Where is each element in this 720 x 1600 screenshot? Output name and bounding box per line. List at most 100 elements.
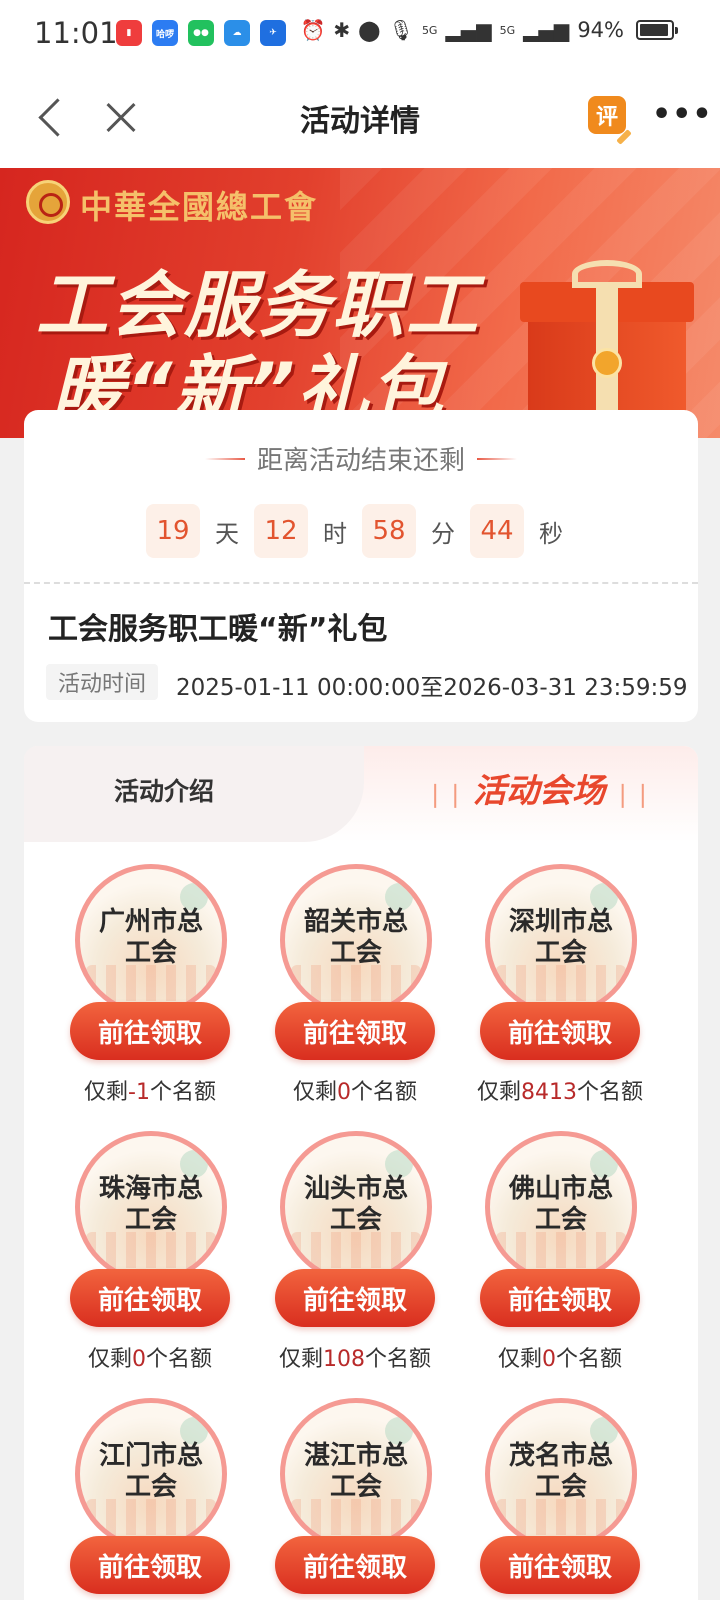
venue-name: 深圳市总 工会 [490, 907, 632, 969]
venue-item: 江门市总 工会 前往领取 [50, 1398, 250, 1600]
venue-name: 茂名市总 工会 [490, 1441, 632, 1503]
venue-item: 广州市总 工会 前往领取 仅剩-1个名额 [50, 864, 250, 1114]
venue-name-line1: 江门市总 [98, 1441, 203, 1471]
countdown-days: 19 [146, 504, 200, 558]
venue-name-line1: 广州市总 [98, 907, 203, 937]
venue-name: 汕头市总 工会 [285, 1174, 427, 1236]
quota-number: 8413 [521, 1080, 577, 1105]
more-icon[interactable]: ••• [652, 100, 712, 130]
quota-prefix: 仅剩 [292, 1080, 337, 1105]
venue-name-line1: 汕头市总 [303, 1174, 408, 1204]
venue-name-line2: 工会 [329, 938, 382, 968]
venue-name-line1: 湛江市总 [303, 1441, 408, 1471]
signal-icon-2: ▂▄▆ [523, 18, 570, 42]
quota-number: 0 [542, 1347, 556, 1372]
countdown-title: 距离活动结束还剩 [256, 446, 465, 476]
quota-suffix: 个名额 [577, 1080, 644, 1105]
venue-name: 佛山市总 工会 [490, 1174, 632, 1236]
claim-button[interactable]: 前往领取 [275, 1002, 435, 1060]
quota-text: 仅剩0个名额 [440, 1341, 680, 1373]
venue-name-line1: 深圳市总 [508, 907, 613, 937]
quota-text: 仅剩8413个名额 [440, 1074, 680, 1106]
status-app-icons: ▮ 哈啰 ●● ☁ ✈ [116, 20, 286, 46]
quota-number: 108 [323, 1347, 365, 1372]
venue-item: 茂名市总 工会 前往领取 [460, 1398, 660, 1600]
venue-item: 佛山市总 工会 前往领取 仅剩0个名额 [460, 1131, 660, 1381]
activity-banner: 中華全國總工會 工会服务职工 暖“新”礼包 [0, 168, 720, 438]
status-bar: 11:01 ▮ 哈啰 ●● ☁ ✈ ⏰ ✱ ⬤ 🎙 5G ▂▄▆ 5G ▂▄▆ … [0, 0, 720, 66]
venue-badge[interactable]: 湛江市总 工会 [280, 1398, 432, 1550]
venue-badge[interactable]: 汕头市总 工会 [280, 1131, 432, 1283]
app-red-icon: ▮ [116, 20, 142, 46]
wechat-icon: ●● [188, 20, 214, 46]
venue-name-line2: 工会 [124, 938, 177, 968]
quota-text: 仅剩0个名额 [235, 1074, 475, 1106]
quota-prefix: 仅剩 [84, 1080, 129, 1105]
tab-venue[interactable]: ❘❘ 活动会场 ❘❘ [404, 764, 674, 812]
venue-item: 珠海市总 工会 前往领取 仅剩0个名额 [50, 1131, 250, 1381]
venue-card: 活动介绍 ❘❘ 活动会场 ❘❘ 广州市总 工会 前往领取 仅剩-1个名额 韶关市总… [24, 746, 698, 1600]
venue-badge[interactable]: 珠海市总 工会 [75, 1131, 227, 1283]
venue-badge[interactable]: 深圳市总 工会 [485, 864, 637, 1016]
quota-number: 0 [132, 1347, 146, 1372]
tab-intro[interactable]: 活动介绍 [24, 772, 304, 808]
countdown-seconds-unit: 秒 [539, 519, 563, 548]
quota-suffix: 个名额 [149, 1080, 216, 1105]
venue-name-line2: 工会 [124, 1472, 177, 1502]
venue-name-line1: 佛山市总 [508, 1174, 613, 1204]
venue-item: 韶关市总 工会 前往领取 仅剩0个名额 [255, 864, 455, 1114]
venue-name: 广州市总 工会 [80, 907, 222, 969]
status-time: 11:01 [34, 16, 118, 50]
venue-badge[interactable]: 佛山市总 工会 [485, 1131, 637, 1283]
claim-button[interactable]: 前往领取 [480, 1536, 640, 1594]
nav-bar: 活动详情 评 ••• [0, 66, 720, 168]
countdown-hours: 12 [254, 504, 308, 558]
claim-button[interactable]: 前往领取 [275, 1269, 435, 1327]
venue-name: 江门市总 工会 [80, 1441, 222, 1503]
claim-button[interactable]: 前往领取 [70, 1002, 230, 1060]
countdown-seconds: 44 [470, 504, 524, 558]
countdown-days-unit: 天 [215, 519, 239, 548]
countdown-hours-unit: 时 [323, 519, 347, 548]
app-blue-orange-icon: ✈ [260, 20, 286, 46]
venue-name-line2: 工会 [329, 1472, 382, 1502]
claim-button[interactable]: 前往领取 [275, 1536, 435, 1594]
claim-button[interactable]: 前往领取 [480, 1002, 640, 1060]
claim-button[interactable]: 前往领取 [70, 1536, 230, 1594]
divider-right [477, 457, 517, 460]
venue-name-line2: 工会 [534, 1472, 587, 1502]
venue-name-line2: 工会 [534, 1205, 587, 1235]
venue-name-line1: 茂名市总 [508, 1441, 613, 1471]
venue-badge[interactable]: 韶关市总 工会 [280, 864, 432, 1016]
union-logo-text: 中華全國總工會 [80, 188, 319, 226]
dashed-divider [24, 582, 698, 584]
venue-badge[interactable]: 广州市总 工会 [75, 864, 227, 1016]
claim-button[interactable]: 前往领取 [70, 1269, 230, 1327]
quota-number: -1 [128, 1080, 150, 1105]
quota-suffix: 个名额 [365, 1347, 432, 1372]
venue-name-line2: 工会 [124, 1205, 177, 1235]
battery-percent: 94% [577, 18, 624, 42]
quota-prefix: 仅剩 [87, 1347, 132, 1372]
venue-name: 珠海市总 工会 [80, 1174, 222, 1236]
quota-text: 仅剩108个名额 [235, 1341, 475, 1373]
review-icon[interactable]: 评 [588, 96, 626, 134]
venue-name-line2: 工会 [329, 1205, 382, 1235]
tab-venue-mark-left: ❘❘ [425, 780, 473, 808]
venue-name-line1: 珠海市总 [98, 1174, 203, 1204]
quota-prefix: 仅剩 [497, 1347, 542, 1372]
countdown-timer: 19 天 12 时 58 分 44 秒 [146, 504, 578, 558]
claim-button[interactable]: 前往领取 [480, 1269, 640, 1327]
signal-label-1: 5G [421, 23, 438, 37]
alarm-icon: ⏰ [300, 18, 326, 42]
tab-venue-label: 活动会场 [473, 771, 605, 810]
signal-label-2: 5G [499, 23, 516, 37]
bluetooth-icon: ✱ [333, 18, 351, 42]
activity-name: 工会服务职工暖“新”礼包 [48, 612, 388, 647]
countdown-header: 距离活动结束还剩 [24, 440, 698, 477]
venue-badge[interactable]: 茂名市总 工会 [485, 1398, 637, 1550]
activity-info-card: 距离活动结束还剩 19 天 12 时 58 分 44 秒 工会服务职工暖“新”礼… [24, 410, 698, 722]
venue-badge[interactable]: 江门市总 工会 [75, 1398, 227, 1550]
signal-icon-1: ▂▄▆ [445, 18, 492, 42]
venue-name-line2: 工会 [534, 938, 587, 968]
